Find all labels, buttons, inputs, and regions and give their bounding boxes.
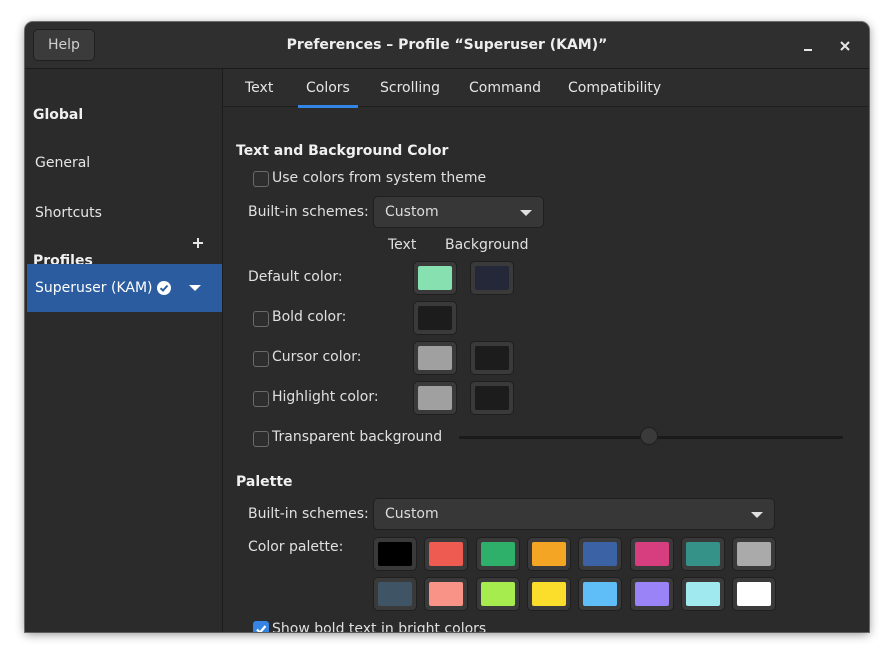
sidebar-item-general[interactable]: General — [35, 155, 90, 171]
color-swatch — [531, 582, 566, 606]
sidebar-item-shortcuts[interactable]: Shortcuts — [35, 205, 102, 221]
default-text-color-button[interactable] — [413, 261, 457, 295]
color-swatch — [480, 582, 515, 606]
transparency-slider-handle[interactable] — [640, 427, 658, 445]
bold-color-label: Bold color: — [272, 309, 347, 325]
plus-icon — [193, 238, 203, 248]
color-swatch — [480, 542, 515, 566]
cursor-text-color-button[interactable] — [413, 341, 457, 375]
section-title-palette: Palette — [236, 474, 293, 490]
sidebar: Global General Shortcuts Profiles Superu… — [25, 69, 223, 632]
palette-color-button-7[interactable] — [732, 537, 777, 571]
color-swatch — [583, 582, 618, 606]
tab-scrolling[interactable]: Scrolling — [380, 69, 440, 107]
bold-color-button[interactable] — [413, 301, 457, 335]
bold-bright-checkbox[interactable] — [253, 621, 269, 632]
highlight-color-checkbox[interactable] — [253, 391, 269, 407]
palette-color-button-15[interactable] — [732, 577, 777, 611]
highlight-text-color-button[interactable] — [413, 381, 457, 415]
bold-color-checkbox[interactable] — [253, 311, 269, 327]
minimize-icon — [804, 49, 812, 51]
preferences-window: Help Preferences – Profile “Superuser (K… — [25, 22, 869, 632]
palette-color-button-1[interactable] — [424, 537, 469, 571]
color-swatch — [418, 266, 452, 290]
color-swatch — [418, 306, 452, 330]
palette-color-button-8[interactable] — [373, 577, 417, 611]
color-swatch — [418, 386, 452, 410]
color-swatch — [685, 582, 720, 606]
close-button[interactable] — [833, 34, 857, 58]
color-swatch — [685, 542, 720, 566]
palette-color-button-13[interactable] — [629, 577, 674, 611]
minimize-button[interactable] — [796, 34, 820, 58]
use-system-colors-label: Use colors from system theme — [272, 170, 487, 186]
color-swatch — [737, 542, 772, 566]
transparent-bg-checkbox[interactable] — [253, 431, 269, 447]
color-swatch — [531, 542, 566, 566]
transparent-bg-label: Transparent background — [272, 429, 443, 445]
add-profile-button[interactable] — [188, 233, 208, 253]
chevron-down-icon — [520, 210, 532, 216]
color-swatch — [378, 582, 412, 606]
titlebar: Help Preferences – Profile “Superuser (K… — [25, 22, 869, 69]
bold-bright-label: Show bold text in bright colors — [272, 621, 487, 632]
default-color-label: Default color: — [248, 269, 343, 285]
help-button[interactable]: Help — [33, 29, 95, 61]
profile-name: Superuser (KAM) — [35, 280, 153, 296]
palette-color-button-3[interactable] — [526, 537, 571, 571]
sidebar-header-global: Global — [33, 107, 84, 123]
color-swatch — [634, 582, 669, 606]
palette-schemes-label: Built-in schemes: — [248, 506, 369, 522]
text-bg-schemes-dropdown[interactable]: Custom — [373, 196, 544, 228]
cursor-color-checkbox[interactable] — [253, 351, 269, 367]
chevron-down-icon[interactable] — [189, 285, 201, 293]
palette-color-button-14[interactable] — [680, 577, 725, 611]
color-palette-label: Color palette: — [248, 539, 344, 555]
use-system-colors-checkbox[interactable] — [253, 171, 269, 187]
check-circle-icon — [157, 281, 171, 295]
palette-color-button-12[interactable] — [578, 577, 623, 611]
checkmark-icon — [256, 625, 267, 632]
color-swatch — [378, 542, 412, 566]
color-swatch — [429, 582, 464, 606]
palette-color-button-0[interactable] — [373, 537, 417, 571]
window-title: Preferences – Profile “Superuser (KAM)” — [286, 37, 608, 53]
color-swatch — [429, 542, 464, 566]
cursor-color-label: Cursor color: — [272, 349, 362, 365]
tab-colors[interactable]: Colors — [298, 69, 358, 108]
palette-color-button-2[interactable] — [475, 537, 520, 571]
sidebar-item-profile[interactable]: Superuser (KAM) — [27, 264, 222, 312]
color-swatch — [475, 266, 509, 290]
default-bg-color-button[interactable] — [470, 261, 514, 295]
column-header-text: Text — [388, 237, 417, 253]
highlight-color-label: Highlight color: — [272, 389, 379, 405]
palette-color-button-6[interactable] — [680, 537, 725, 571]
palette-color-button-4[interactable] — [578, 537, 623, 571]
color-swatch — [737, 582, 772, 606]
palette-color-button-9[interactable] — [424, 577, 469, 611]
color-swatch — [475, 386, 509, 410]
tab-bar: Text Colors Scrolling Command Compatibil… — [223, 69, 869, 108]
close-icon — [840, 41, 850, 51]
color-swatch — [583, 542, 618, 566]
tab-compatibility[interactable]: Compatibility — [568, 69, 661, 107]
schemes-label: Built-in schemes: — [248, 204, 369, 220]
palette-schemes-dropdown[interactable]: Custom — [373, 498, 775, 530]
column-header-background: Background — [445, 237, 529, 253]
color-swatch — [418, 346, 452, 370]
color-swatch — [634, 542, 669, 566]
palette-color-button-11[interactable] — [526, 577, 571, 611]
highlight-bg-color-button[interactable] — [470, 381, 514, 415]
section-title-text-bg: Text and Background Color — [236, 143, 449, 159]
tab-command[interactable]: Command — [469, 69, 541, 107]
schemes-value: Custom — [385, 204, 439, 220]
color-swatch — [475, 346, 509, 370]
palette-schemes-value: Custom — [385, 506, 439, 522]
cursor-bg-color-button[interactable] — [470, 341, 514, 375]
palette-color-button-10[interactable] — [475, 577, 520, 611]
palette-color-button-5[interactable] — [629, 537, 674, 571]
tab-text[interactable]: Text — [245, 69, 273, 107]
chevron-down-icon — [751, 512, 763, 518]
main-panel: Text Colors Scrolling Command Compatibil… — [223, 69, 869, 632]
